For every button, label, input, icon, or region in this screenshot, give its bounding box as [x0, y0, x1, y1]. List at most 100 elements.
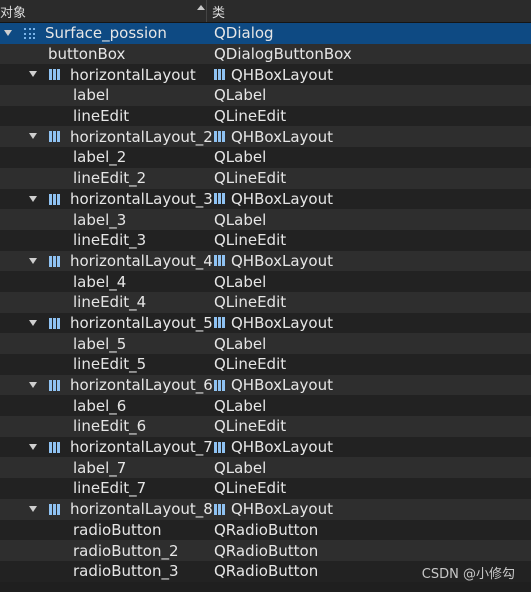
hbox-layout-icon	[214, 503, 225, 515]
tree-row[interactable]: horizontalLayout_8 QHBoxLayout	[0, 498, 531, 520]
hbox-layout-icon	[214, 379, 225, 391]
tree-row[interactable]: lineEdit_7 QLineEdit	[0, 478, 531, 499]
collapse-arrow-icon[interactable]	[29, 443, 37, 450]
object-cell: lineEdit_3	[0, 230, 208, 251]
tree-row[interactable]: horizontalLayout_6 QHBoxLayout	[0, 374, 531, 396]
header-object-column[interactable]: 对象	[0, 0, 206, 22]
class-name: QLabel	[214, 272, 267, 291]
object-cell: horizontalLayout_5	[0, 313, 213, 334]
tree-row[interactable]: radioButton_2 QRadioButton	[0, 540, 531, 561]
class-name: QHBoxLayout	[231, 189, 333, 208]
class-cell: QLineEdit	[208, 168, 286, 189]
hbox-layout-icon	[49, 503, 60, 515]
tree-row[interactable]: horizontalLayout_4 QHBoxLayout	[0, 250, 531, 272]
collapse-arrow-icon[interactable]	[4, 30, 12, 36]
object-name: Surface_possion	[45, 24, 167, 43]
tree-row[interactable]: label_5 QLabel	[0, 333, 531, 354]
hbox-layout-icon	[49, 379, 60, 391]
class-cell: QHBoxLayout	[208, 64, 333, 85]
class-name: QHBoxLayout	[231, 127, 333, 146]
object-name: lineEdit_2	[73, 169, 147, 188]
object-inspector-tree: 对象 类 Surface_possion QDialog buttonBox QDia…	[0, 0, 531, 592]
object-name: lineEdit_3	[73, 231, 147, 250]
object-name: horizontalLayout_8	[70, 500, 213, 519]
class-cell: QLineEdit	[208, 478, 286, 499]
object-cell: horizontalLayout_6	[0, 375, 213, 396]
class-name: QLabel	[214, 148, 267, 167]
tree-row[interactable]: lineEdit_6 QLineEdit	[0, 416, 531, 437]
tree-row[interactable]: radioButton QRadioButton	[0, 519, 531, 541]
object-name: horizontalLayout_3	[70, 189, 213, 208]
tree-row[interactable]: lineEdit_5 QLineEdit	[0, 354, 531, 375]
hbox-layout-icon	[214, 317, 225, 329]
object-name: horizontalLayout	[70, 65, 196, 84]
tree-row[interactable]: horizontalLayout_2 QHBoxLayout	[0, 126, 531, 148]
object-name: lineEdit_4	[73, 293, 147, 312]
class-name: QHBoxLayout	[231, 313, 333, 332]
object-name: radioButton_2	[73, 541, 179, 560]
collapse-arrow-icon[interactable]	[29, 257, 37, 264]
object-cell: label_3	[0, 209, 208, 230]
object-cell: horizontalLayout_2	[0, 126, 213, 147]
tree-row[interactable]: horizontalLayout_5 QHBoxLayout	[0, 312, 531, 334]
tree-row[interactable]: label_6 QLabel	[0, 395, 531, 417]
grid-layout-icon	[24, 28, 36, 39]
tree-row[interactable]: buttonBox QDialogButtonBox	[0, 43, 531, 65]
collapse-arrow-icon[interactable]	[29, 505, 37, 512]
collapse-arrow-icon[interactable]	[29, 71, 37, 78]
object-cell: Surface_possion	[0, 23, 208, 44]
object-cell: lineEdit	[0, 106, 208, 127]
class-name: QHBoxLayout	[231, 438, 333, 457]
object-cell: lineEdit_6	[0, 416, 208, 437]
tree-row[interactable]: horizontalLayout QHBoxLayout	[0, 64, 531, 86]
collapse-arrow-icon[interactable]	[29, 381, 37, 388]
tree-row[interactable]: label_3 QLabel	[0, 209, 531, 230]
collapse-arrow-icon[interactable]	[29, 319, 37, 326]
tree-row[interactable]: horizontalLayout_3 QHBoxLayout	[0, 188, 531, 210]
tree-row[interactable]: lineEdit_2 QLineEdit	[0, 167, 531, 189]
class-name: QHBoxLayout	[231, 376, 333, 395]
object-name: horizontalLayout_5	[70, 313, 213, 332]
object-name: label_6	[73, 396, 127, 415]
class-cell: QHBoxLayout	[208, 313, 333, 334]
object-name: horizontalLayout_4	[70, 251, 213, 270]
object-name: buttonBox	[48, 45, 126, 64]
object-cell: buttonBox	[0, 44, 208, 65]
tree-row[interactable]: label_7 QLabel	[0, 457, 531, 479]
collapse-arrow-icon[interactable]	[29, 133, 37, 140]
tree-row[interactable]: horizontalLayout_7 QHBoxLayout	[0, 436, 531, 458]
class-name: QDialogButtonBox	[214, 45, 352, 64]
class-cell: QLineEdit	[208, 230, 286, 251]
class-name: QLabel	[214, 396, 267, 415]
object-cell: horizontalLayout_8	[0, 499, 213, 520]
class-cell: QLineEdit	[208, 292, 286, 313]
tree-row[interactable]: label QLabel	[0, 85, 531, 106]
tree-header: 对象 类	[0, 0, 531, 23]
tree-row[interactable]: Surface_possion QDialog	[0, 23, 531, 44]
class-name: QLineEdit	[214, 355, 287, 374]
tree-row[interactable]: label_4 QLabel	[0, 271, 531, 292]
object-name: label_2	[73, 148, 127, 167]
object-name: lineEdit_6	[73, 417, 147, 436]
collapse-arrow-icon[interactable]	[29, 195, 37, 202]
class-name: QLineEdit	[214, 231, 287, 250]
class-cell: QRadioButton	[208, 561, 318, 582]
class-cell: QRadioButton	[208, 540, 318, 561]
object-name: radioButton_3	[73, 562, 179, 581]
hbox-layout-icon	[49, 193, 60, 205]
class-name: QHBoxLayout	[231, 251, 333, 270]
tree-row[interactable]: label_2 QLabel	[0, 147, 531, 168]
class-name: QRadioButton	[214, 541, 319, 560]
object-name: lineEdit	[73, 107, 130, 126]
tree-row[interactable]: lineEdit QLineEdit	[0, 105, 531, 127]
class-name: QHBoxLayout	[231, 500, 333, 519]
hbox-layout-icon	[49, 69, 60, 81]
object-cell: label_7	[0, 457, 208, 478]
class-cell: QHBoxLayout	[208, 189, 333, 210]
tree-row[interactable]: lineEdit_4 QLineEdit	[0, 291, 531, 313]
hbox-layout-icon	[49, 131, 60, 143]
class-cell: QDialogButtonBox	[208, 44, 352, 65]
header-class-column[interactable]: 类	[207, 0, 225, 22]
hbox-layout-icon	[214, 441, 225, 453]
tree-row[interactable]: lineEdit_3 QLineEdit	[0, 229, 531, 251]
